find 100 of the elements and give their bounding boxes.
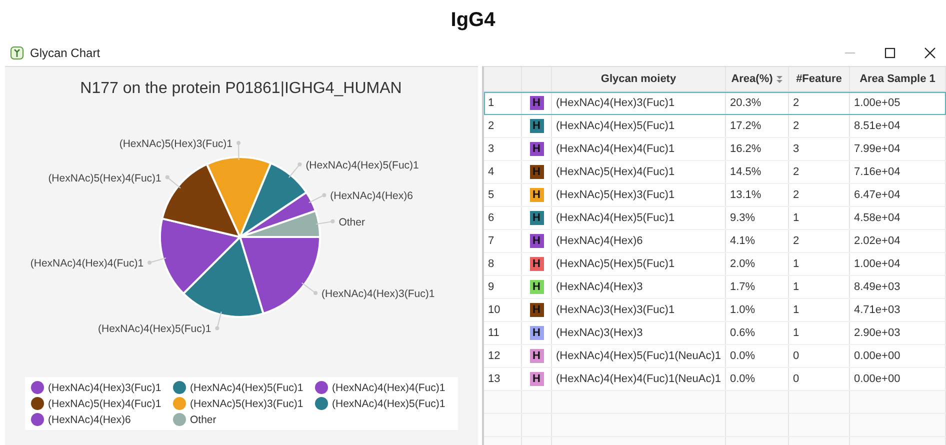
table-cell: (HexNAc)4(Hex)5(Fuc)1	[552, 115, 726, 137]
table-row[interactable]: 10 H (HexNAc)3(Hex)3(Fuc)1 1.0% 1 4.71e+03	[484, 299, 946, 322]
glycan-badge: H	[530, 142, 544, 156]
table-cell: 0.00e+00	[850, 368, 946, 390]
glycan-badge: H	[530, 211, 544, 225]
close-icon[interactable]	[924, 47, 936, 59]
window-title: Glycan Chart	[30, 46, 100, 60]
table-cell: 0	[789, 368, 850, 390]
column-header[interactable]: Area(%)	[726, 67, 789, 91]
table-cell: 9.3%	[726, 207, 789, 229]
glycan-badge: H	[530, 326, 544, 340]
leader-line	[288, 162, 302, 178]
table-cell: 4.1%	[726, 230, 789, 252]
table-cell: 1	[789, 207, 850, 229]
column-header[interactable]: Area Sample 1	[850, 67, 946, 91]
table-cell: 4.58e+04	[850, 207, 946, 229]
slice-label: (HexNAc)4(Hex)5(Fuc)1	[98, 323, 212, 336]
slice-label: (HexNAc)4(Hex)6	[330, 190, 413, 202]
legend-label: Other	[190, 414, 216, 426]
legend-label: (HexNAc)5(Hex)4(Fuc)1	[48, 398, 162, 410]
table-row[interactable]: 12 H (HexNAc)4(Hex)5(Fuc)1(NeuAc)1 0.0% 0 0.00e+00	[484, 345, 946, 368]
glycan-badge: H	[530, 372, 544, 386]
slice-label: (HexNAc)5(Hex)3(Fuc)1	[119, 138, 233, 150]
row-number: 10	[484, 299, 522, 321]
legend-label: (HexNAc)4(Hex)3(Fuc)1	[48, 382, 162, 394]
leader-line	[148, 258, 166, 265]
row-number: 3	[484, 138, 522, 160]
table-cell: 2.0%	[726, 253, 789, 275]
table-cell: 1.0%	[726, 299, 789, 321]
maximize-icon[interactable]	[884, 47, 896, 59]
table-cell: 7.16e+04	[850, 161, 946, 183]
row-number: 5	[484, 184, 522, 206]
row-number: 6	[484, 207, 522, 229]
leader-line	[301, 282, 318, 295]
table-row[interactable]: 3 H (HexNAc)4(Hex)4(Fuc)1 16.2% 3 7.99e+04	[484, 138, 946, 161]
table-cell: (HexNAc)4(Hex)5(Fuc)1(NeuAc)1	[552, 345, 726, 367]
table-cell: 1.00e+05	[850, 92, 946, 114]
slice-label: (HexNAc)5(Hex)4(Fuc)1	[48, 172, 162, 184]
table-cell: (HexNAc)5(Hex)4(Fuc)1	[552, 161, 726, 183]
glycan-badge: H	[530, 257, 544, 271]
column-header[interactable]: #Feature	[789, 67, 850, 91]
table-cell: 1	[789, 276, 850, 298]
chart-title: N177 on the protein P01861|IGHG4_HUMAN	[80, 80, 402, 97]
row-number: 7	[484, 230, 522, 252]
row-number: 4	[484, 161, 522, 183]
slice-label: (HexNAc)4(Hex)4(Fuc)1	[30, 258, 144, 270]
glycan-badge: H	[530, 349, 544, 363]
table-cell: 20.3%	[726, 92, 789, 114]
glycan-badge: H	[530, 96, 544, 110]
glycan-badge: H	[530, 303, 544, 317]
glycan-badge: H	[530, 188, 544, 202]
leader-line	[315, 219, 335, 225]
table-cell: 0	[789, 345, 850, 367]
table-cell: (HexNAc)4(Hex)3(Fuc)1	[552, 92, 726, 114]
table-row[interactable]: 6 H (HexNAc)4(Hex)5(Fuc)1 9.3% 1 4.58e+04	[484, 207, 946, 230]
row-number: 2	[484, 115, 522, 137]
table-cell: 8.51e+04	[850, 115, 946, 137]
table-row[interactable]: 7 H (HexNAc)4(Hex)6 4.1% 2 2.02e+04	[484, 230, 946, 253]
leader-line	[215, 311, 222, 330]
table-cell: 0.00e+00	[850, 345, 946, 367]
table-cell: 2.02e+04	[850, 230, 946, 252]
table-cell: 1	[789, 253, 850, 275]
table-cell: (HexNAc)4(Hex)5(Fuc)1	[552, 207, 726, 229]
row-number: 1	[484, 92, 522, 114]
table-cell: (HexNAc)4(Hex)4(Fuc)1	[552, 138, 726, 160]
table-row[interactable]: 1 H (HexNAc)4(Hex)3(Fuc)1 20.3% 2 1.00e+05	[484, 92, 946, 115]
legend-label: (HexNAc)4(Hex)6	[48, 414, 131, 426]
table-row[interactable]: 8 H (HexNAc)5(Hex)5(Fuc)1 2.0% 1 1.00e+04	[484, 253, 946, 276]
row-number: 12	[484, 345, 522, 367]
table-cell: 3	[789, 138, 850, 160]
legend-label: (HexNAc)4(Hex)4(Fuc)1	[332, 382, 446, 394]
leader-line	[308, 193, 326, 204]
table-row[interactable]: 9 H (HexNAc)4(Hex)3 1.7% 1 8.49e+03	[484, 276, 946, 299]
table-cell: 0.6%	[726, 322, 789, 344]
table-cell: 2	[789, 92, 850, 114]
leader-line	[236, 141, 241, 160]
table-cell: 2	[789, 184, 850, 206]
table-cell: 2	[789, 115, 850, 137]
table-row[interactable]: 2 H (HexNAc)4(Hex)5(Fuc)1 17.2% 2 8.51e+04	[484, 115, 946, 138]
app-icon	[10, 46, 24, 60]
table-cell: (HexNAc)3(Hex)3	[552, 322, 726, 344]
column-header[interactable]: Glycan moiety	[552, 67, 726, 91]
table-row[interactable]: 11 H (HexNAc)3(Hex)3 0.6% 1 2.90e+03	[484, 322, 946, 345]
table-cell: 0.0%	[726, 345, 789, 367]
table-row[interactable]: 4 H (HexNAc)5(Hex)4(Fuc)1 14.5% 2 7.16e+04	[484, 161, 946, 184]
table-row[interactable]: 5 H (HexNAc)5(Hex)3(Fuc)1 13.1% 2 6.47e+04	[484, 184, 946, 207]
table-cell: 2	[789, 161, 850, 183]
slice-label: (HexNAc)4(Hex)3(Fuc)1	[322, 288, 435, 300]
legend-label: (HexNAc)4(Hex)5(Fuc)1	[190, 382, 304, 394]
glycan-badge: H	[530, 280, 544, 294]
legend-label: (HexNAc)5(Hex)3(Fuc)1	[190, 398, 304, 410]
slice-label: Other	[338, 216, 365, 228]
glycan-badge: H	[530, 119, 544, 133]
table-cell: 7.99e+04	[850, 138, 946, 160]
row-number: 11	[484, 322, 522, 344]
table-cell: (HexNAc)5(Hex)3(Fuc)1	[552, 184, 726, 206]
table-cell: 4.71e+03	[850, 299, 946, 321]
table-cell: 1.00e+04	[850, 253, 946, 275]
table-cell: 1	[789, 299, 850, 321]
table-cell: (HexNAc)3(Hex)3(Fuc)1	[552, 299, 726, 321]
